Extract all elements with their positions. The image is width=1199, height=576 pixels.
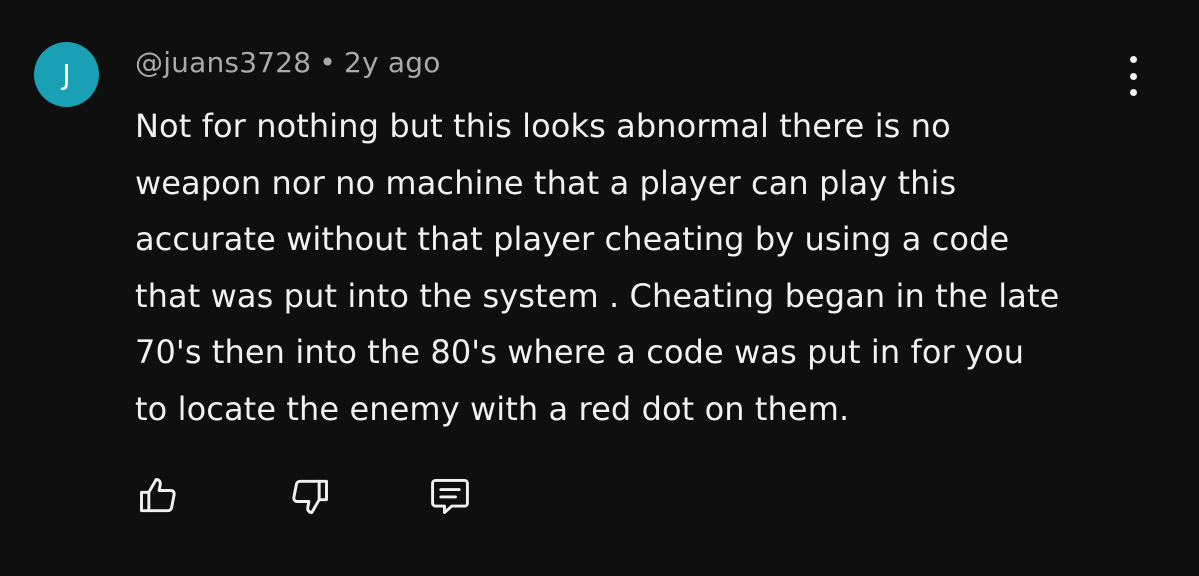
comment-meta: @juans3728 • 2y ago <box>135 46 441 79</box>
comment-text: Not for nothing but this looks abnormal … <box>135 98 1135 437</box>
like-button[interactable] <box>130 468 186 524</box>
comment-text-line: that was put into the system . Cheating … <box>135 276 1060 315</box>
more-options-button[interactable] <box>1116 56 1150 96</box>
timestamp[interactable]: 2y ago <box>344 46 441 79</box>
more-vertical-icon <box>1129 56 1137 63</box>
comment-icon <box>431 478 469 514</box>
comment-text-line: to locate the enemy with a red dot on th… <box>135 389 850 428</box>
avatar-initial: J <box>62 58 71 91</box>
comment-text-line: 70's then into the 80's where a code was… <box>135 333 1025 371</box>
dislike-button[interactable] <box>282 468 338 524</box>
thumbs-down-icon <box>292 479 328 514</box>
thumbs-up-icon <box>140 478 176 513</box>
comment-text-line: accurate without that player cheating by… <box>135 220 1010 258</box>
avatar[interactable]: J <box>34 42 99 107</box>
author-handle[interactable]: @juans3728 <box>135 46 311 79</box>
comment-text-line: Not for nothing but this looks abnormal … <box>135 107 951 145</box>
comment-card: J @juans3728 • 2y ago Not for nothing but … <box>0 0 1199 576</box>
meta-separator: • <box>319 46 336 79</box>
comment-text-line: weapon nor no machine that a player can … <box>135 163 957 202</box>
reply-button[interactable] <box>422 468 478 524</box>
